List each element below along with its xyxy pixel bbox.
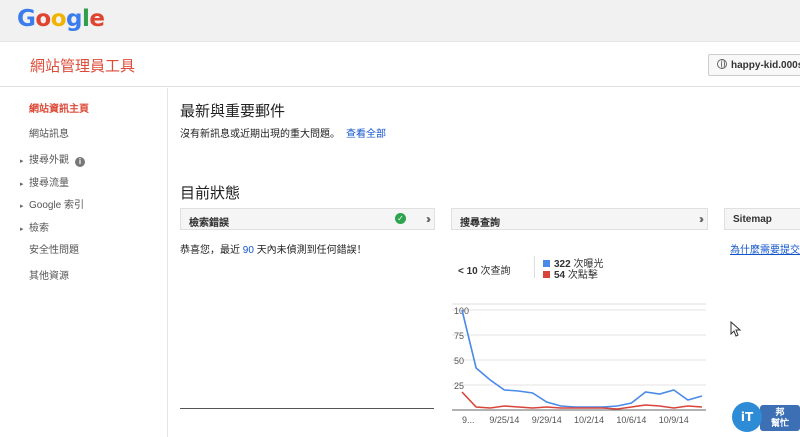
- logo-letter: e: [89, 6, 105, 32]
- double-chevron-right-icon[interactable]: ››: [699, 212, 704, 226]
- search-queries-panel-header[interactable]: 搜尋查詢 ››: [451, 208, 708, 230]
- sidebar-item-label: Google 索引: [29, 200, 85, 211]
- crawl-chart-baseline: [180, 408, 434, 409]
- clicks-swatch: [543, 271, 550, 278]
- queries-count: < 10 次查詢: [458, 262, 511, 277]
- sidebar-item-other-resources[interactable]: 其他資源: [29, 267, 69, 282]
- sidebar-item-google-index[interactable]: ▸ Google 索引: [20, 196, 84, 211]
- logo-letter: G: [17, 6, 36, 32]
- sidebar-item-label: 搜尋流量: [29, 178, 69, 189]
- sidebar-item-label: 網站訊息: [29, 129, 69, 140]
- why-submit-sitemap-link[interactable]: 為什麼需要提交: [730, 241, 800, 256]
- clicks-legend[interactable]: 54 次點擊: [543, 266, 598, 281]
- site-selector[interactable]: happy-kid.000sp: [708, 54, 800, 76]
- y-tick-label: 50: [454, 356, 464, 366]
- site-name: happy-kid.000sp: [731, 60, 800, 71]
- sidebar-item-security-issues[interactable]: 安全性問題: [29, 241, 79, 256]
- y-tick-label: 25: [454, 381, 464, 391]
- panel-title: 檢索錯誤: [189, 218, 229, 229]
- crawl-message-prefix: 恭喜您，最近: [180, 245, 240, 256]
- logo-letter: o: [50, 6, 67, 32]
- messages-text: 沒有新訊息或近期出現的重大問題。 查看全部: [180, 125, 386, 140]
- x-tick-label: 9/29/14: [532, 415, 562, 425]
- x-tick-label: 9...: [462, 415, 475, 425]
- product-header: 網站管理員工具 happy-kid.000sp: [0, 42, 800, 87]
- sidebar-item-messages[interactable]: 網站訊息: [29, 125, 69, 140]
- legend-divider: [534, 256, 535, 278]
- x-tick-label: 10/9/14: [659, 415, 689, 425]
- clicks-unit: 次點擊: [567, 270, 598, 281]
- series-line-0: [461, 309, 703, 408]
- sidebar-item-crawl[interactable]: ▸ 檢索: [20, 219, 49, 234]
- no-messages-text: 沒有新訊息或近期出現的重大問題。: [180, 129, 340, 140]
- badge-line-2: 幫忙: [770, 418, 789, 428]
- double-chevron-right-icon[interactable]: ››: [426, 212, 431, 226]
- badge-text: 邦 幫忙: [760, 405, 800, 431]
- ithome-watermark-badge: 邦 幫忙 iT: [732, 402, 800, 437]
- sidebar-item-label: 檢索: [29, 223, 49, 234]
- globe-icon: [717, 59, 727, 69]
- google-logo[interactable]: Google: [17, 6, 105, 32]
- status-title: 目前狀態: [180, 185, 241, 202]
- badge-line-1: 邦: [775, 407, 785, 417]
- sidebar-item-label: 網站資訊主頁: [29, 104, 89, 115]
- chart-x-ticks: 9... 9/25/14 9/29/14 10/2/14 10/6/14 10/9/14: [462, 415, 689, 425]
- crawl-status-message: 恭喜您，最近 90 天內未偵測到任何錯誤！: [180, 241, 367, 256]
- badge-logo: iT: [732, 402, 762, 432]
- expand-arrow-icon: ▸: [20, 158, 24, 165]
- expand-arrow-icon: ▸: [20, 181, 24, 188]
- y-tick-label: 75: [454, 331, 464, 341]
- x-tick-label: 9/25/14: [489, 415, 519, 425]
- sidebar-item-search-appearance[interactable]: ▸ 搜尋外觀 i: [20, 151, 85, 167]
- messages-title: 最新與重要郵件: [180, 103, 286, 120]
- mouse-cursor-icon: [730, 321, 742, 337]
- queries-count-value: < 10: [458, 266, 478, 277]
- expand-arrow-icon: ▸: [20, 226, 24, 233]
- top-bar: Google: [0, 0, 800, 42]
- product-title[interactable]: 網站管理員工具: [30, 55, 135, 76]
- sidebar-item-dashboard[interactable]: 網站資訊主頁: [29, 100, 89, 115]
- crawl-message-days: 90: [242, 245, 254, 256]
- panel-title: Sitemap: [733, 214, 772, 225]
- chart-grid: [452, 303, 706, 411]
- sidebar-item-search-traffic[interactable]: ▸ 搜尋流量: [20, 174, 69, 189]
- expand-arrow-icon: ▸: [20, 203, 24, 210]
- view-all-link[interactable]: 查看全部: [346, 129, 386, 140]
- x-tick-label: 10/2/14: [574, 415, 604, 425]
- logo-letter: o: [35, 6, 51, 32]
- sidebar-item-label: 其他資源: [29, 271, 69, 282]
- logo-letter: g: [66, 6, 82, 32]
- panel-title: 搜尋查詢: [460, 218, 500, 229]
- search-queries-chart: 100755025 9... 9/25/14 9/29/14 10/2/14 10/6/…: [452, 303, 706, 425]
- x-tick-label: 10/6/14: [616, 415, 646, 425]
- check-icon: ✓: [395, 213, 406, 224]
- queries-count-unit: 次查詢: [480, 266, 511, 277]
- info-icon[interactable]: i: [75, 157, 85, 167]
- crawl-message-suffix: 天內未偵測到任何錯誤！: [256, 245, 367, 256]
- sidebar-item-label: 安全性問題: [29, 245, 79, 256]
- sidebar-item-label: 搜尋外觀: [29, 155, 69, 166]
- chart-y-ticks: 100755025: [454, 306, 469, 391]
- sitemap-panel-header[interactable]: Sitemap: [724, 208, 800, 230]
- crawl-errors-panel-header[interactable]: 檢索錯誤 ✓ ››: [180, 208, 435, 230]
- clicks-count: 54: [554, 270, 566, 281]
- sidebar: [0, 88, 168, 437]
